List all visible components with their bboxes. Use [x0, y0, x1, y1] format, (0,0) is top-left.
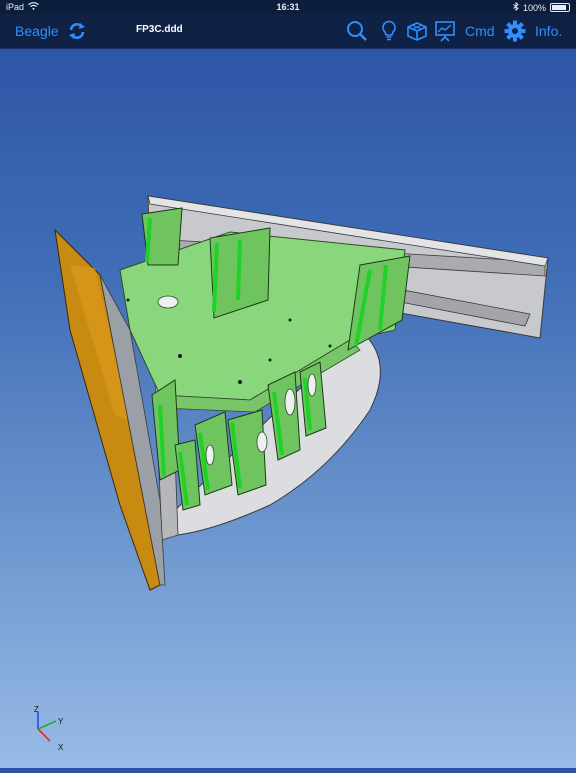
gear-icon[interactable]	[504, 14, 526, 48]
sync-icon[interactable]	[67, 14, 87, 48]
cube-icon[interactable]	[406, 14, 428, 48]
axis-x-label: X	[58, 743, 64, 752]
3d-model[interactable]	[0, 48, 576, 768]
presentation-icon[interactable]	[434, 14, 456, 48]
status-time: 16:31	[276, 2, 300, 12]
cmd-button[interactable]: Cmd	[465, 14, 495, 48]
info-button[interactable]: Info.	[535, 14, 562, 48]
toolbar: Beagle FP3C.ddd Cmd Info.	[0, 14, 576, 49]
axis-z-label: Z	[34, 705, 39, 714]
lightbulb-icon[interactable]	[381, 14, 397, 48]
3d-viewport[interactable]	[0, 48, 576, 768]
file-title: FP3C.ddd	[136, 24, 183, 35]
axis-x-line	[37, 728, 51, 742]
battery-icon	[550, 3, 570, 12]
axis-y-label: Y	[58, 717, 64, 726]
search-icon[interactable]	[346, 14, 368, 48]
back-button[interactable]: Beagle	[15, 14, 59, 48]
bluetooth-icon	[513, 1, 519, 13]
axis-triad: Z Y X	[26, 705, 76, 755]
status-right: 100%	[513, 1, 570, 13]
status-bar: iPad 16:31 100%	[0, 0, 576, 14]
battery-percent: 100%	[522, 2, 546, 13]
axis-y-line	[37, 720, 57, 730]
